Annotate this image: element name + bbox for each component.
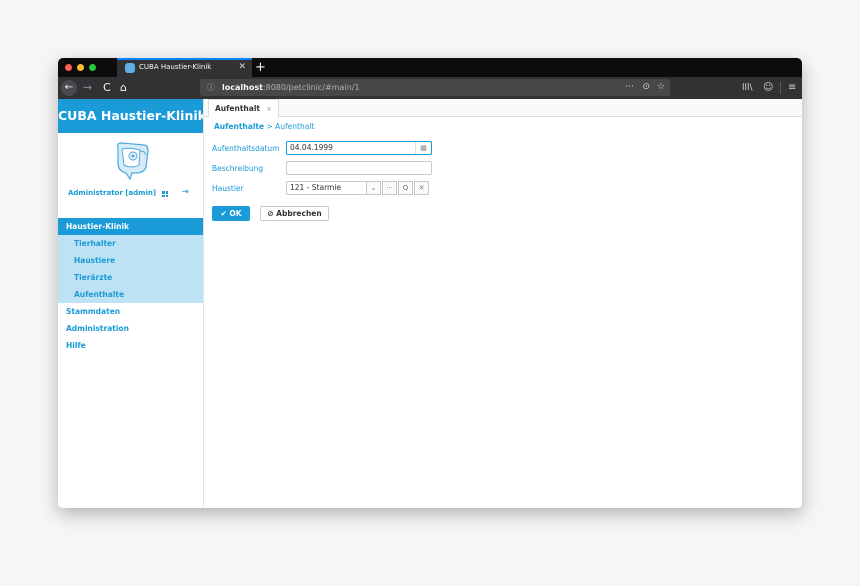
- clear-icon[interactable]: ✕: [414, 181, 429, 195]
- menu-haustier-klinik[interactable]: Haustier-Klinik: [58, 218, 203, 235]
- reload-icon[interactable]: C: [103, 80, 111, 96]
- pet-label: Haustier: [212, 184, 244, 193]
- favicon-icon: [125, 63, 135, 73]
- date-label: Aufenthaltsdatum: [212, 144, 280, 153]
- menu-item-tieraerzte[interactable]: Tierärzte: [58, 269, 203, 286]
- description-label: Beschreibung: [212, 164, 264, 173]
- site-info-icon[interactable]: ⓘ: [207, 80, 215, 95]
- menu-administration[interactable]: Administration: [58, 320, 203, 337]
- screen-tabstrip: Aufenthalt ×: [204, 99, 802, 117]
- logout-icon[interactable]: ⇥: [182, 187, 189, 196]
- menu-item-tierhalter[interactable]: Tierhalter: [58, 235, 203, 252]
- back-icon[interactable]: ←: [61, 80, 77, 96]
- app-logo-icon: [116, 142, 149, 181]
- pet-value: 121 - Starmie: [290, 183, 342, 192]
- dropdown-icon[interactable]: ⌄: [366, 181, 381, 195]
- lookup-icon[interactable]: ···: [382, 181, 397, 195]
- date-value: 04.04.1999: [290, 143, 333, 152]
- browser-window: CUBA Haustier-Klinik ✕ + ← → C ⌂ ⓘ local…: [58, 58, 802, 508]
- menu-item-haustiere[interactable]: Haustiere: [58, 252, 203, 269]
- browser-navbar: ← → C ⌂ ⓘ localhost:8080/petclinic/#main…: [58, 77, 802, 99]
- url-path: :8080/petclinic/#main/1: [262, 83, 360, 92]
- user-settings-icon[interactable]: [162, 191, 168, 197]
- library-icon[interactable]: lll\: [742, 80, 753, 96]
- browser-tab-title: CUBA Haustier-Klinik: [139, 63, 212, 71]
- browser-tabbar: CUBA Haustier-Klinik ✕ +: [58, 58, 802, 77]
- breadcrumb-current: Aufenthalt: [275, 122, 315, 131]
- bookmark-star-icon[interactable]: ☆: [657, 80, 665, 95]
- current-user[interactable]: Administrator [admin]: [68, 189, 156, 197]
- date-field[interactable]: 04.04.1999 ▦: [286, 141, 432, 155]
- page-actions-icon[interactable]: ···: [625, 80, 634, 95]
- close-window-button[interactable]: [65, 64, 72, 71]
- tab-close-icon[interactable]: ✕: [238, 62, 246, 72]
- address-bar[interactable]: ⓘ localhost:8080/petclinic/#main/1 ··· ⊙…: [200, 79, 670, 96]
- menu-hilfe[interactable]: Hilfe: [58, 337, 203, 354]
- menu-item-aufenthalte[interactable]: Aufenthalte: [58, 286, 203, 303]
- cancel-button[interactable]: ⊘ Abbrechen: [260, 206, 329, 221]
- search-icon[interactable]: Q: [398, 181, 413, 195]
- browser-tab[interactable]: CUBA Haustier-Klinik ✕: [117, 58, 252, 77]
- tab-aufenthalt-label: Aufenthalt: [215, 104, 260, 113]
- hamburger-menu-icon[interactable]: ≡: [788, 80, 796, 96]
- url-text: localhost:8080/petclinic/#main/1: [222, 80, 360, 95]
- maximize-window-button[interactable]: [89, 64, 96, 71]
- calendar-icon[interactable]: ▦: [415, 142, 431, 154]
- tab-close-icon[interactable]: ×: [266, 105, 272, 113]
- home-icon[interactable]: ⌂: [120, 80, 127, 96]
- breadcrumb: Aufenthalte > Aufenthalt: [214, 122, 314, 131]
- minimize-window-button[interactable]: [77, 64, 84, 71]
- app-title: CUBA Haustier-Klinik: [58, 99, 206, 133]
- menu-stammdaten[interactable]: Stammdaten: [58, 303, 203, 320]
- pet-field[interactable]: 121 - Starmie: [286, 181, 366, 195]
- account-icon[interactable]: ☺: [763, 80, 773, 96]
- forward-icon[interactable]: →: [83, 80, 92, 96]
- tab-aufenthalt[interactable]: Aufenthalt ×: [208, 99, 279, 117]
- main-content: Aufenthalt × Aufenthalte > Aufenthalt Auf…: [203, 99, 802, 508]
- breadcrumb-separator: >: [266, 122, 273, 131]
- pocket-icon[interactable]: ⊙: [642, 80, 650, 95]
- app-sidebar: CUBA Haustier-Klinik Administrator [admi…: [58, 99, 206, 508]
- new-tab-button[interactable]: +: [255, 58, 266, 77]
- description-field[interactable]: [286, 161, 432, 175]
- toolbar-divider: [780, 82, 781, 94]
- url-host: localhost: [222, 83, 263, 92]
- ok-button[interactable]: ✔ OK: [212, 206, 250, 221]
- breadcrumb-link-aufenthalte[interactable]: Aufenthalte: [214, 122, 264, 131]
